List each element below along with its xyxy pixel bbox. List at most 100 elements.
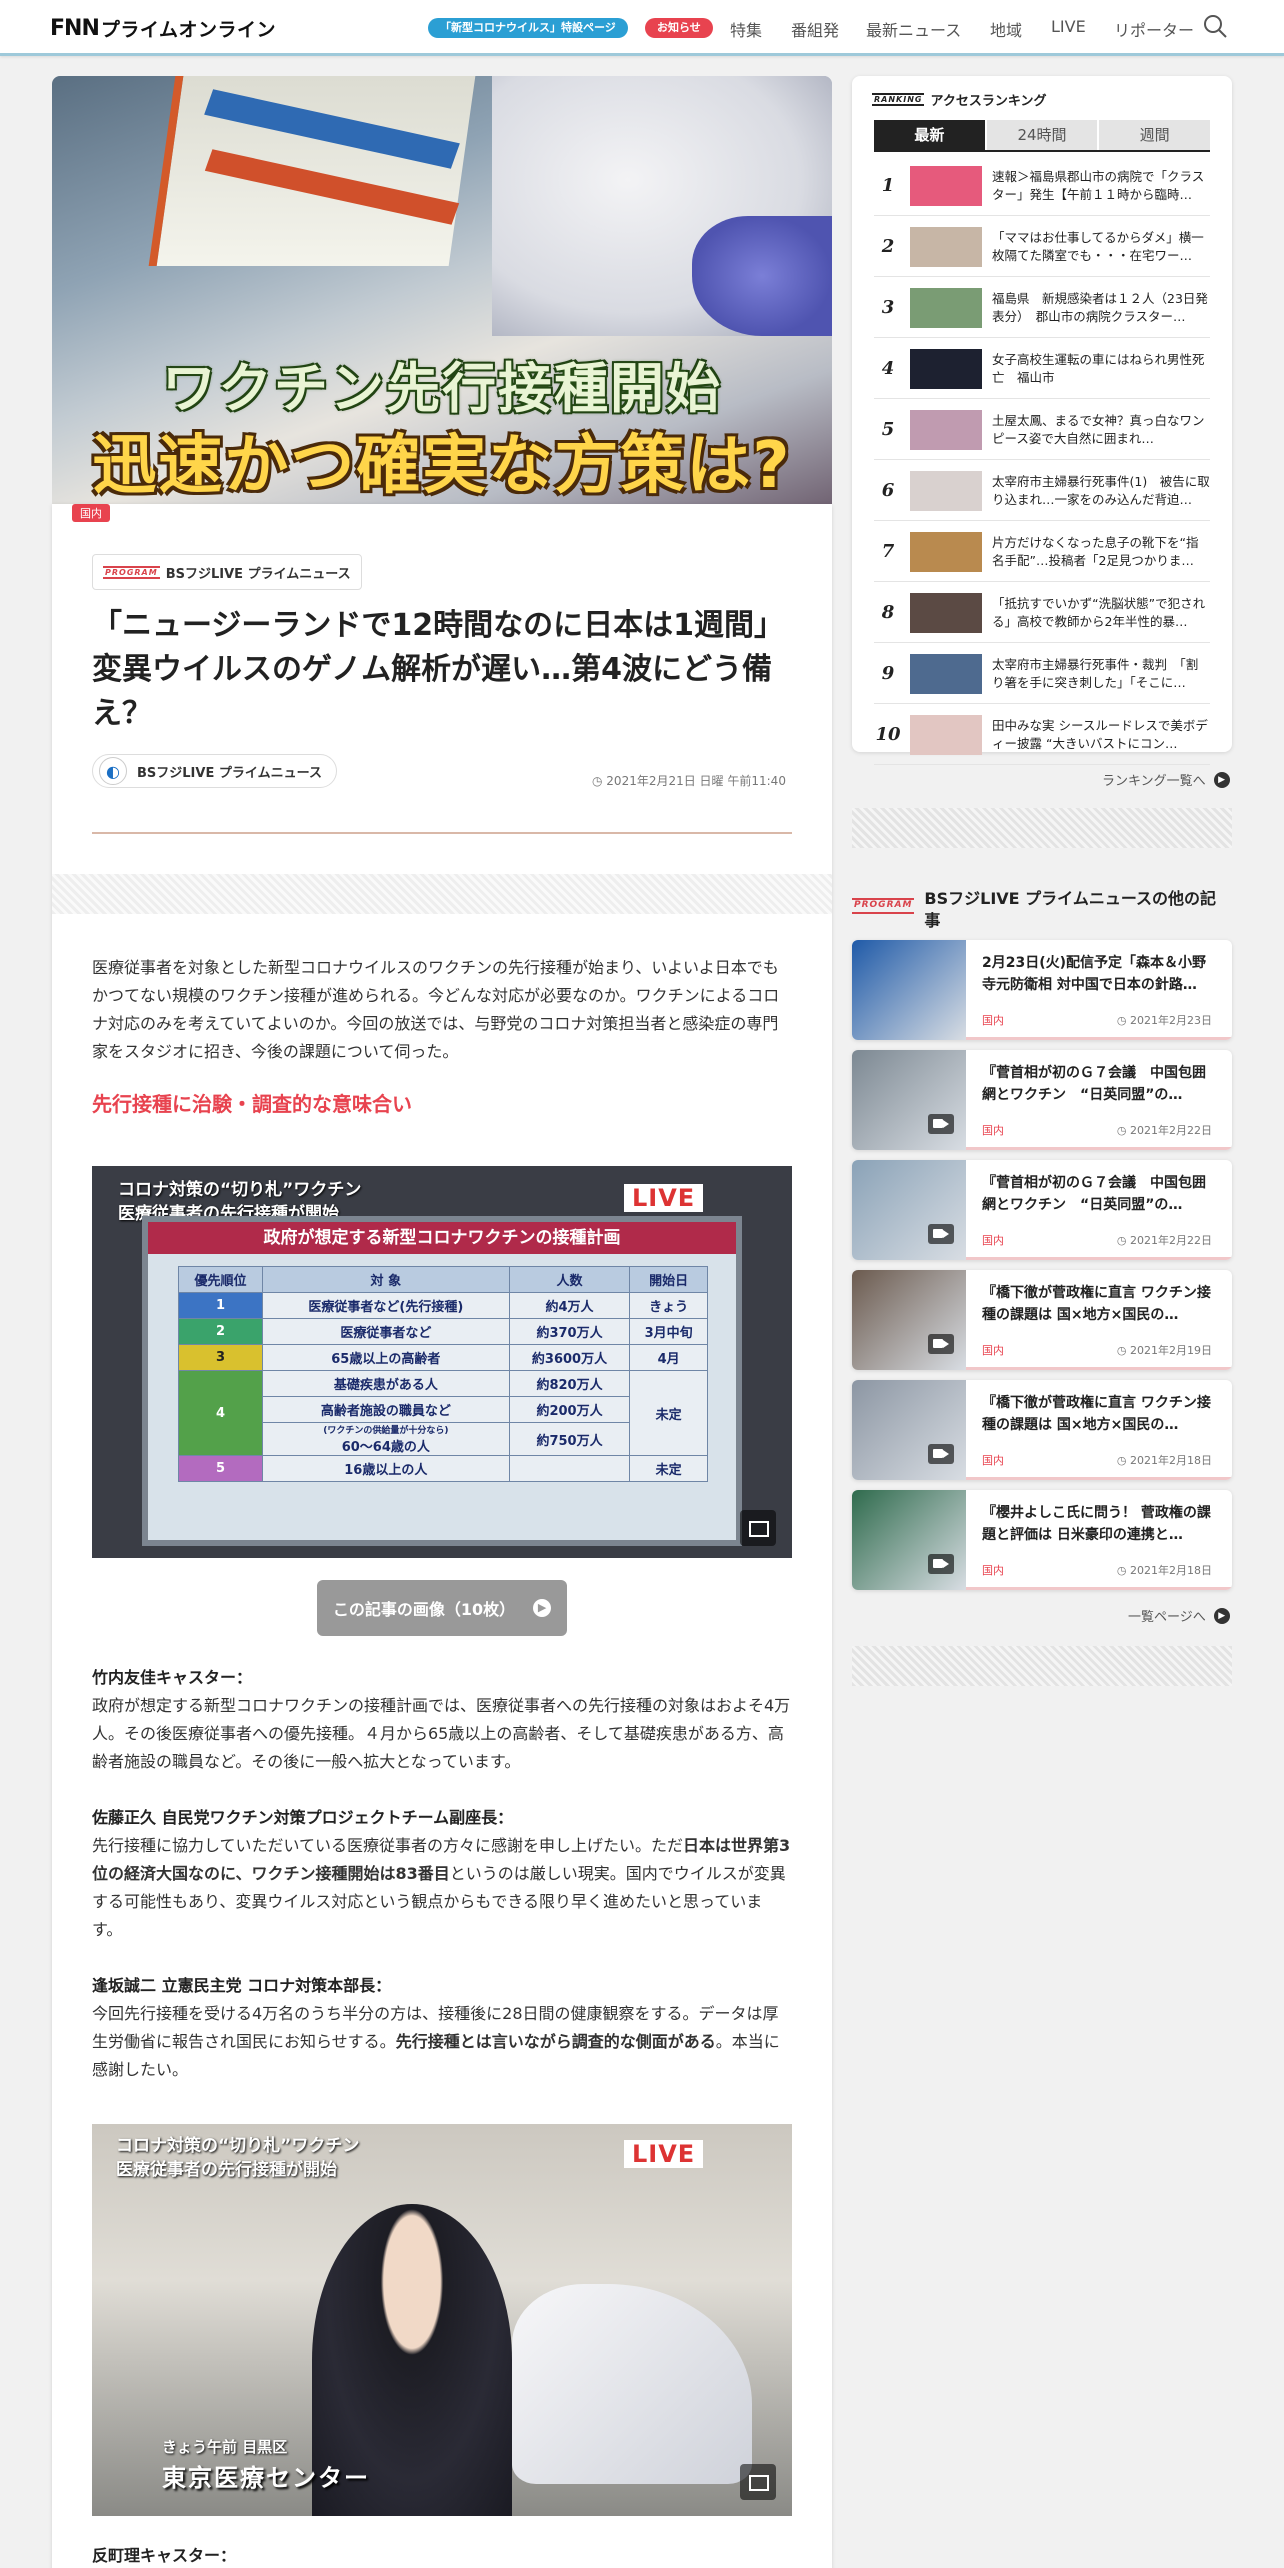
nav-latest[interactable]: 最新ニュース xyxy=(866,17,961,41)
ranking-item[interactable]: 2 「ママはお仕事してるからダメ」横一枚隔てた隣室でも・・・在宅ワー… xyxy=(874,217,1210,277)
clock-icon: ◷ xyxy=(592,774,607,788)
arrow-right-icon: ▶ xyxy=(1213,1607,1230,1624)
rank-number: 9 xyxy=(881,663,895,684)
ranking-item[interactable]: 7 片方だけなくなった息子の靴下を“指名手配”…投稿者「2足見つかりま… xyxy=(874,522,1210,582)
clock-icon: ◷ xyxy=(1116,1234,1130,1247)
article-date: ◷ 2021年2月18日 xyxy=(1117,1452,1212,1468)
table-cell: 3 xyxy=(178,1344,263,1371)
ranking-header: RANKING アクセスランキング xyxy=(872,90,1046,109)
other-more-label: 一覧ページへ xyxy=(1128,1610,1206,1625)
rank-thumbnail xyxy=(910,470,982,511)
article-headline: 『橋下徹が菅政権に直言 ワクチン接種の課題は 国×地方×国民の… xyxy=(982,1285,1211,1323)
article-headline: 『菅首相が初のＧ７会議 中国包囲網とワクチン “日英同盟”の… xyxy=(982,1065,1206,1103)
table-cell: 高齢者施設の職員など xyxy=(261,1396,510,1423)
th-target: 対 象 xyxy=(261,1266,510,1293)
speaker-name: 反町理キャスター： xyxy=(92,2546,237,2565)
other-article-card[interactable]: 『橋下徹が菅政権に直言 ワクチン接種の課題は 国×地方×国民の… 国内 ◷ 2021… xyxy=(852,1380,1232,1480)
nav-reporter[interactable]: リポーター xyxy=(1114,17,1194,41)
ranking-item[interactable]: 8 「抵抗すでいかず“洗脳状態”で犯される」高校で教師から2年半性的暴… xyxy=(874,583,1210,643)
other-article-card[interactable]: 『菅首相が初のＧ７会議 中国包囲網とワクチン “日英同盟”の… 国内 ◷ 2021年… xyxy=(852,1050,1232,1150)
rank-number: 10 xyxy=(875,724,901,745)
article-headline: 『櫻井よしこ氏に問う！ 菅政権の課題と評価は 日米豪印の連携と… xyxy=(982,1505,1211,1543)
category-tag: 国内 xyxy=(982,1124,1004,1137)
article-date: ◷ 2021年2月22日 xyxy=(1117,1122,1212,1138)
gallery-icon[interactable] xyxy=(740,2464,776,2500)
site-header: FNN プライムオンライン 「新型コロナウイルス」特設ページ お知らせ 特集 番… xyxy=(0,0,1284,56)
hero-caption-2: 迅速かつ確実な方策は? xyxy=(92,429,792,503)
other-article-card[interactable]: 『橋下徹が菅政権に直言 ワクチン接種の課題は 国×地方×国民の… 国内 ◷ 2021… xyxy=(852,1270,1232,1370)
date-text: 2021年2月18日 xyxy=(1130,1564,1212,1577)
corona-special-pill[interactable]: 「新型コロナウイルス」特設ページ xyxy=(428,18,628,38)
table-cell: 約750万人 xyxy=(508,1422,631,1456)
date-text: 2021年2月21日 日曜 午前11:40 xyxy=(606,774,786,788)
rank-thumbnail xyxy=(910,409,982,450)
rank-title: 田中みな実 シースルードレスで美ボディー披露 “大きいバストにコン… xyxy=(992,717,1208,751)
accent-line xyxy=(966,1147,1232,1150)
ranking-item[interactable]: 4 女子高校生運転の車にはねられ男性死亡 福山市 xyxy=(874,339,1210,399)
arrow-right-icon: ▶ xyxy=(1213,771,1230,788)
other-more-link[interactable]: 一覧ページへ ▶ xyxy=(1128,1606,1230,1625)
speaker-name: 逢坂誠二 立憲民主党 コロナ対策本部長： xyxy=(92,1976,392,1995)
ranking-mini-logo: RANKING xyxy=(872,93,925,106)
live-badge: LIVE xyxy=(624,2140,704,2168)
nav-region[interactable]: 地域 xyxy=(990,17,1022,41)
rank-number: 2 xyxy=(881,236,895,257)
category-tag: 国内 xyxy=(982,1234,1004,1247)
rank-number: 4 xyxy=(881,358,895,379)
dialogue-block-2: 佐藤正久 自民党ワクチン対策プロジェクトチーム副座長： 先行接種に協力していただ… xyxy=(92,1804,792,1944)
other-article-card[interactable]: 『菅首相が初のＧ７会議 中国包囲網とワクチン “日英同盟”の… 国内 ◷ 2021年… xyxy=(852,1160,1232,1260)
table-cell: 未定 xyxy=(629,1370,708,1456)
table-cell: 4月 xyxy=(629,1344,708,1371)
ranking-item[interactable]: 5 土屋太鳳、まるで女神？真っ白なワンピース姿で大自然に囲まれ… xyxy=(874,400,1210,460)
table-cell: きょう xyxy=(629,1292,708,1319)
ranking-item[interactable]: 1 速報＞福島県郡山市の病院で「クラスター」発生【午前１１時から臨時… xyxy=(874,156,1210,216)
tab-24h[interactable]: 24時間 xyxy=(986,120,1098,150)
table-cell xyxy=(508,1455,631,1482)
table-cell: 65歳以上の高齢者 xyxy=(261,1344,510,1371)
rank-number: 5 xyxy=(881,419,895,440)
table-cell: 4 xyxy=(178,1370,263,1456)
video-icon xyxy=(928,1334,954,1354)
live-badge: LIVE xyxy=(624,1184,704,1212)
gallery-icon[interactable] xyxy=(740,1510,776,1546)
clock-icon: ◷ xyxy=(1116,1014,1130,1027)
dialogue-block-3: 逢坂誠二 立憲民主党 コロナ対策本部長： 今回先行接種を受ける4万名のうち半分の… xyxy=(92,1972,792,2084)
speaker-text: 政府が想定する新型コロナワクチンの接種計画では、医療従事者への先行接種の対象はお… xyxy=(92,1696,791,1771)
program-mini-logo: PROGRAM xyxy=(852,898,915,914)
ranking-more-label: ランキング一覧へ xyxy=(1102,774,1206,789)
table-cell: 3月中旬 xyxy=(629,1318,708,1345)
ad-placeholder xyxy=(852,1646,1232,1686)
article-date: ◷ 2021年2月23日 xyxy=(1117,1012,1212,1028)
article-thumbnail xyxy=(852,1270,966,1370)
site-logo[interactable]: FNN プライムオンライン xyxy=(50,15,276,41)
ranking-item[interactable]: 3 福島県 新規感染者は１２人（23日発表分） 郡山市の病院クラスター… xyxy=(874,278,1210,338)
th-count: 人数 xyxy=(508,1266,631,1293)
search-icon[interactable] xyxy=(1202,13,1228,39)
notice-pill[interactable]: お知らせ xyxy=(645,18,713,38)
image2-caption-line2: 医療従事者の先行接種が開始 xyxy=(116,2160,337,2180)
nav-program[interactable]: 番組発 xyxy=(791,17,839,41)
image-gallery-button[interactable]: この記事の画像（10枚） ▶ xyxy=(317,1580,567,1636)
tab-weekly[interactable]: 週間 xyxy=(1099,120,1211,150)
nav-live[interactable]: LIVE xyxy=(1051,17,1086,36)
ranking-item[interactable]: 10 田中みな実 シースルードレスで美ボディー披露 “大きいバストにコン… xyxy=(874,705,1210,765)
table-cell: 約200万人 xyxy=(508,1396,631,1423)
nav-feature[interactable]: 特集 xyxy=(730,17,762,41)
article-thumbnail xyxy=(852,1490,966,1590)
tab-latest[interactable]: 最新 xyxy=(874,120,985,150)
article-image-1[interactable]: コロナ対策の“切り札”ワクチン 医療従事者の先行接種が開始 LIVE 政府が想定す… xyxy=(92,1166,792,1558)
rank-thumbnail xyxy=(910,531,982,572)
other-article-card[interactable]: 『櫻井よしこ氏に問う！ 菅政権の課題と評価は 日米豪印の連携と… 国内 ◷ 2021… xyxy=(852,1490,1232,1590)
date-text: 2021年2月22日 xyxy=(1130,1124,1212,1137)
article-image-2[interactable]: コロナ対策の“切り札”ワクチン 医療従事者の先行接種が開始 LIVE きょう午前 … xyxy=(92,2124,792,2516)
ranking-item[interactable]: 9 太宰府市主婦暴行死事件・裁判 「割り箸を手に突き刺した」「そこに… xyxy=(874,644,1210,704)
author-badge[interactable]: ◐ BSフジLIVE プライムニュース xyxy=(92,754,337,788)
program-badge[interactable]: PROGRAM BSフジLIVE プライムニュース xyxy=(92,554,362,590)
other-article-card[interactable]: 2月23日(火)配信予定「森本＆小野寺元防衛相 対中国で日本の針路… 国内 ◷ 20… xyxy=(852,940,1232,1040)
ranking-item[interactable]: 6 太宰府市主婦暴行死事件(1) 被告に取り込まれ…一家をのみ込んだ背迫… xyxy=(874,461,1210,521)
speaker-text: 先行接種に協力していただいている医療従事者の方々に感謝を申し上げたい。ただ日本は… xyxy=(92,1832,792,1944)
article-headline: 2月23日(火)配信予定「森本＆小野寺元防衛相 対中国で日本の針路… xyxy=(982,955,1207,993)
ranking-more-link[interactable]: ランキング一覧へ ▶ xyxy=(1102,770,1230,789)
article-date: ◷ 2021年2月21日 日曜 午前11:40 xyxy=(592,772,786,789)
rank-title: 「ママはお仕事してるからダメ」横一枚隔てた隣室でも・・・在宅ワー… xyxy=(992,229,1204,263)
